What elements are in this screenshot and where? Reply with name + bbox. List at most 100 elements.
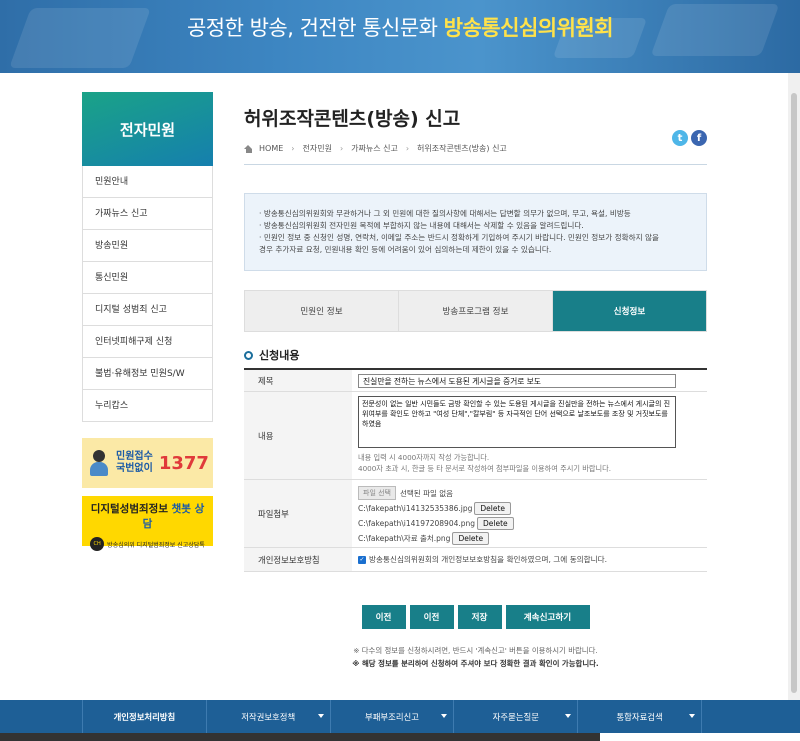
- breadcrumb: HOME › 전자민원 › 가짜뉴스 신고 › 허위조작콘텐츠(방송) 신고: [244, 143, 707, 154]
- footer-item-label: 자주묻는질문: [492, 711, 539, 722]
- breadcrumb-current: 허위조작콘텐츠(방송) 신고: [417, 144, 507, 153]
- attached-file: C:\fakepath\자료 출처.png Delete: [358, 532, 701, 545]
- notice-line: · 방송통신심의위원회 전자민원 목적에 부합하지 않는 내용에 대해서는 삭제…: [259, 221, 584, 230]
- delete-file-button[interactable]: Delete: [452, 532, 490, 545]
- home-icon: [244, 144, 253, 153]
- vertical-scrollbar[interactable]: [788, 73, 800, 741]
- breadcrumb-home[interactable]: HOME: [259, 144, 283, 153]
- prev-button-2[interactable]: 이전: [409, 605, 454, 629]
- footer-copyright-policy[interactable]: 저작권보호정책: [205, 700, 330, 733]
- attached-file-path: C:\fakepath\i14197208904.png: [358, 519, 476, 528]
- sidebar-item-digital-sex-crime-report[interactable]: 디지털 성범죄 신고: [83, 294, 212, 326]
- footer-integrated-search[interactable]: 통합자료검색: [577, 700, 702, 733]
- attached-file: C:\fakepath\i14132535386.jpg Delete: [358, 502, 701, 515]
- breadcrumb-separator: ›: [339, 144, 344, 153]
- file-status: 선택된 파일 없음: [400, 488, 454, 498]
- promo-number: 1377: [158, 452, 209, 474]
- footer-item-label: 부패부조리신고: [365, 711, 419, 722]
- continue-report-button[interactable]: 계속신고하기: [505, 605, 590, 629]
- file-choose-button[interactable]: 파일 선택: [358, 486, 396, 500]
- circle-bullet-icon: [244, 350, 253, 360]
- form-row-subject: 제목: [244, 370, 707, 392]
- promo-line2: 국번없이: [116, 463, 153, 474]
- delete-file-button[interactable]: Delete: [477, 517, 514, 530]
- form-row-content: 내용 전문성이 없는 일반 시민들도 금방 확인할 수 있는 도용된 게시글을 …: [244, 392, 707, 480]
- sns-share: t f: [669, 130, 707, 146]
- chevron-down-icon: [441, 714, 448, 718]
- save-button[interactable]: 저장: [457, 605, 502, 629]
- sidebar-item-telecom-complaint[interactable]: 통신민원: [83, 262, 212, 294]
- sidebar-item-fake-news-report[interactable]: 가짜뉴스 신고: [83, 198, 212, 230]
- banner-slogan: 공정한 방송, 건전한 통신문화: [186, 16, 438, 40]
- content-help-2: 4000자 초과 시, 한글 등 타 문서로 작성하여 첨부파일을 이용하여 주…: [358, 464, 611, 473]
- prev-button[interactable]: 이전: [361, 605, 406, 629]
- section-title: 신청내용: [244, 347, 299, 363]
- sidebar-item-broadcast-complaint[interactable]: 방송민원: [83, 230, 212, 262]
- subject-input[interactable]: [358, 374, 676, 388]
- content-textarea[interactable]: 전문성이 없는 일반 시민들도 금방 확인할 수 있는 도용된 게시글을 진실만…: [358, 396, 676, 448]
- footer-faq[interactable]: 자주묻는질문: [453, 700, 577, 733]
- twitter-icon[interactable]: t: [672, 130, 688, 146]
- sidebar-menu: 민원안내 가짜뉴스 신고 방송민원 통신민원 디지털 성범죄 신고 인터넷피해구…: [82, 166, 213, 422]
- attached-file-path: C:\fakepath\i14132535386.jpg: [358, 504, 473, 513]
- file-label: 파일첨부: [244, 480, 352, 547]
- notice-line: · 방송통신심의위원회와 무관하거나 그 외 민원에 대한 질의사항에 대해서는…: [259, 209, 631, 218]
- footer-nav: 개인정보처리방침 저작권보호정책 부패부조리신고 자주묻는질문 통합자료검색: [0, 700, 800, 733]
- footer-item-label: 개인정보처리방침: [113, 711, 176, 722]
- banner-org-name: 방송통신심의위원회: [443, 16, 614, 40]
- sidebar-item-illegal-info-sw[interactable]: 불법·유해정보 민원S/W: [83, 358, 212, 390]
- main-content: 허위조작콘텐츠(방송) 신고 HOME › 전자민원 › 가짜뉴스 신고 › 허…: [244, 92, 707, 668]
- notice-box: · 방송통신심의위원회와 무관하거나 그 외 민원에 대한 질의사항에 대해서는…: [244, 193, 707, 271]
- page-title: 허위조작콘텐츠(방송) 신고: [244, 108, 461, 130]
- scrollbar-thumb[interactable]: [791, 93, 797, 693]
- attached-file-path: C:\fakepath\자료 출처.png: [358, 534, 451, 543]
- chatbot-subtitle: 방송심의위 디지털범죄정보 신고상담톡: [107, 541, 205, 549]
- content-label: 내용: [244, 392, 352, 479]
- sidebar: 전자민원 민원안내 가짜뉴스 신고 방송민원 통신민원 디지털 성범죄 신고 인…: [82, 92, 213, 551]
- footnote-2: ※ 해당 정보를 분리하여 신청하여 주셔야 보다 정확한 결과 확인이 가능합…: [352, 659, 599, 668]
- tab-complainant-info[interactable]: 민원인 정보: [245, 291, 399, 331]
- sidebar-item-complaint-guide[interactable]: 민원안내: [83, 166, 212, 198]
- call-agent-icon: [88, 448, 110, 478]
- chevron-down-icon: [565, 714, 572, 718]
- chatbot-title-a: 디지털성범죄정보: [90, 503, 172, 515]
- breadcrumb-separator: ›: [291, 144, 295, 153]
- footer-privacy-policy[interactable]: 개인정보처리방침: [82, 700, 206, 733]
- promo-chatbot-banner[interactable]: 디지털성범죄정보 챗봇 상담 CH 방송심의위 디지털범죄정보 신고상담톡: [82, 496, 213, 551]
- privacy-agree-text: 방송통신심의위원회의 개인정보보호방침을 확인하였으며, 그에 동의합니다.: [369, 555, 608, 564]
- form-row-files: 파일첨부 파일 선택 선택된 파일 없음 C:\fakepath\i141325…: [244, 480, 707, 548]
- breadcrumb-separator: ›: [405, 144, 410, 153]
- breadcrumb-item[interactable]: 가짜뉴스 신고: [351, 143, 398, 154]
- chatbot-title: 디지털성범죄정보 챗봇 상담: [86, 501, 209, 531]
- title-divider: [244, 164, 707, 165]
- privacy-checkbox[interactable]: ✓: [358, 555, 366, 564]
- footer-item-label: 통합자료검색: [616, 711, 663, 722]
- footer-item-label: 저작권보호정책: [241, 711, 296, 722]
- form-buttons: 이전 이전 저장 계속신고하기: [244, 605, 707, 629]
- tab-application-info[interactable]: 신청정보: [553, 291, 706, 331]
- sidebar-item-nuricops[interactable]: 누리캅스: [83, 390, 212, 422]
- sidebar-item-internet-damage-relief[interactable]: 인터넷피해구제 신청: [83, 326, 212, 358]
- step-tabs: 민원인 정보 방송프로그램 정보 신청정보: [244, 290, 707, 332]
- application-form: 제목 내용 전문성이 없는 일반 시민들도 금방 확인할 수 있는 도용된 게시…: [244, 368, 707, 572]
- promo-line1: 민원접수: [116, 451, 153, 462]
- content-help-1: 내용 입력 시 4000자까지 작성 가능합니다.: [358, 453, 490, 462]
- tab-program-info[interactable]: 방송프로그램 정보: [399, 291, 553, 331]
- breadcrumb-item[interactable]: 전자민원: [302, 143, 331, 154]
- chevron-down-icon: [688, 714, 695, 718]
- footnote-1: ※ 다수의 정보를 신청하시려면, 반드시 '계속신고' 버튼을 이용하시기 바…: [353, 646, 598, 655]
- delete-file-button[interactable]: Delete: [474, 502, 512, 515]
- bottom-strip: [0, 733, 800, 741]
- chat-badge-icon: CH: [90, 537, 105, 551]
- attached-file: C:\fakepath\i14197208904.png Delete: [358, 517, 701, 530]
- footer-corruption-report[interactable]: 부패부조리신고: [329, 700, 454, 733]
- facebook-icon[interactable]: f: [691, 130, 707, 146]
- form-row-privacy: 개인정보보호방침 ✓ 방송통신심의위원회의 개인정보보호방침을 확인하였으며, …: [244, 548, 707, 572]
- privacy-label: 개인정보보호방침: [244, 548, 352, 571]
- header-banner: 공정한 방송, 건전한 통신문화 방송통신심의위원회: [0, 0, 800, 73]
- promo-1377-banner[interactable]: 민원접수 국번없이 1377: [82, 438, 213, 488]
- notice-line: 경우 추가자료 요청, 민원내용 확인 등에 어려움이 있어 심의하는데 제한이…: [259, 245, 552, 254]
- banner-title: 공정한 방송, 건전한 통신문화 방송통신심의위원회: [0, 12, 800, 42]
- subject-label: 제목: [244, 370, 352, 391]
- chevron-down-icon: [317, 714, 324, 718]
